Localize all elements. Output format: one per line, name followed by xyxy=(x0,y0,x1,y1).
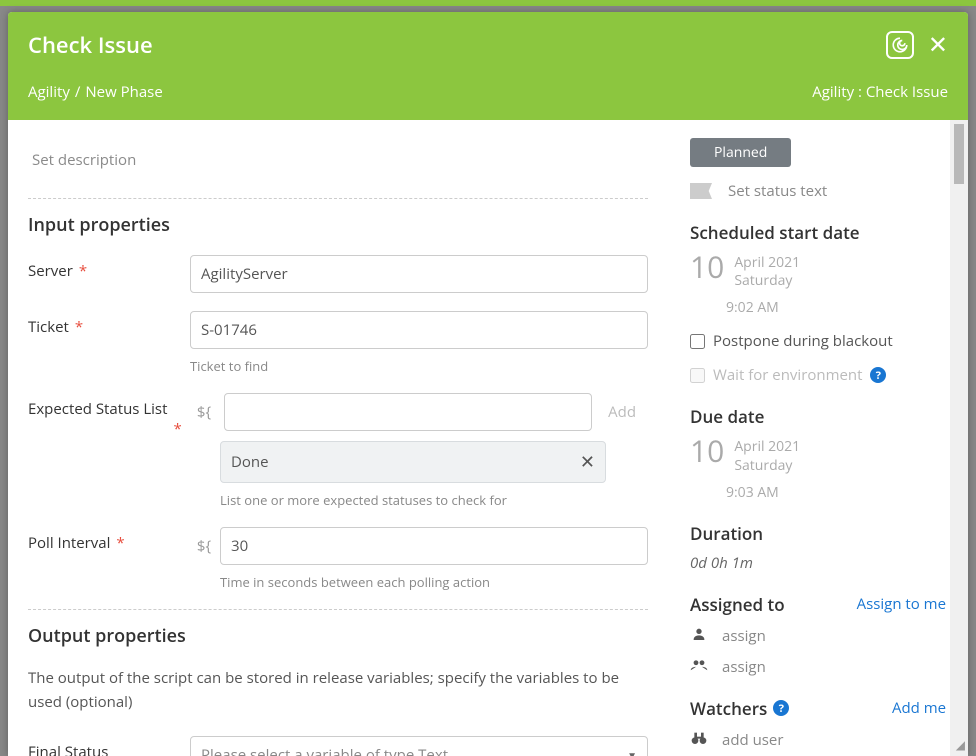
person-icon xyxy=(690,626,708,647)
wait-env-checkbox xyxy=(690,368,705,383)
postpone-label: Postpone during blackout xyxy=(713,331,893,351)
status-badge: Planned xyxy=(690,138,791,167)
header-context: Agility : Check Issue xyxy=(812,82,948,102)
variable-toggle-icon[interactable]: ${ xyxy=(190,529,218,563)
team-icon xyxy=(690,657,708,677)
assign-to-me-link[interactable]: Assign to me xyxy=(857,594,946,614)
ticket-label: Ticket xyxy=(28,317,69,337)
output-properties-desc: The output of the script can be stored i… xyxy=(28,666,648,714)
server-input[interactable] xyxy=(190,255,648,293)
chevron-down-icon: ▼ xyxy=(627,748,637,756)
resize-handle-icon[interactable]: ◢ xyxy=(956,736,965,753)
poll-label: Poll Interval xyxy=(28,533,110,553)
add-watcher-placeholder[interactable]: add user xyxy=(722,730,784,750)
status-list-help: List one or more expected statuses to ch… xyxy=(220,491,648,509)
modal-header: Check Issue ✕ Agility/New Phase Agility … xyxy=(8,12,968,120)
watchers-title: Watchers ? xyxy=(690,697,789,720)
output-properties-heading: Output properties xyxy=(28,624,648,648)
duration-value: 0d 0h 1m xyxy=(690,553,946,573)
sidebar: Planned Set status text Scheduled start … xyxy=(668,120,968,756)
chip-remove-icon[interactable]: ✕ xyxy=(580,450,595,474)
final-status-label: Final Status xyxy=(28,742,108,756)
duration-title: Duration xyxy=(690,522,946,545)
modal-title: Check Issue xyxy=(28,30,153,60)
help-icon[interactable]: ? xyxy=(870,367,886,383)
help-icon[interactable]: ? xyxy=(773,700,789,716)
assigned-to-title: Assigned to xyxy=(690,593,785,616)
poll-help: Time in seconds between each polling act… xyxy=(220,573,648,591)
status-chip: Done ✕ xyxy=(220,441,606,483)
breadcrumb[interactable]: Agility/New Phase xyxy=(28,82,163,102)
input-properties-heading: Input properties xyxy=(28,213,648,237)
modal-dialog: Check Issue ✕ Agility/New Phase Agility … xyxy=(8,12,968,756)
server-label: Server xyxy=(28,261,73,281)
binoculars-icon xyxy=(690,730,708,750)
assign-team-placeholder[interactable]: assign xyxy=(722,657,766,677)
poll-input[interactable] xyxy=(220,527,648,565)
final-status-select[interactable]: Please select a variable of type Text ▼ xyxy=(190,736,648,756)
status-add-input[interactable] xyxy=(224,393,592,431)
wait-env-label: Wait for environment xyxy=(713,365,862,385)
due-date[interactable]: 10 April 2021 Saturday xyxy=(690,436,946,474)
close-icon[interactable]: ✕ xyxy=(928,33,948,57)
scrollbar[interactable] xyxy=(950,120,968,756)
due-date-title: Due date xyxy=(690,405,946,428)
assign-user-placeholder[interactable]: assign xyxy=(722,626,766,646)
variable-toggle-icon[interactable]: ${ xyxy=(190,395,218,429)
plugin-logo-icon xyxy=(886,31,914,59)
flag-icon xyxy=(690,183,712,199)
status-add-button[interactable]: Add xyxy=(596,395,648,429)
scheduled-start-date[interactable]: 10 April 2021 Saturday xyxy=(690,252,946,290)
description-placeholder[interactable]: Set description xyxy=(28,120,648,194)
ticket-help: Ticket to find xyxy=(190,357,648,375)
due-time: 9:03 AM xyxy=(726,483,946,502)
add-me-link[interactable]: Add me xyxy=(892,698,946,718)
status-text-placeholder[interactable]: Set status text xyxy=(728,181,827,201)
scheduled-start-time: 9:02 AM xyxy=(726,298,946,317)
ticket-input[interactable] xyxy=(190,311,648,349)
postpone-checkbox[interactable] xyxy=(690,334,705,349)
main-form: Set description Input properties Server*… xyxy=(8,120,668,756)
scheduled-start-title: Scheduled start date xyxy=(690,221,946,244)
status-list-label: Expected Status List xyxy=(28,399,167,419)
